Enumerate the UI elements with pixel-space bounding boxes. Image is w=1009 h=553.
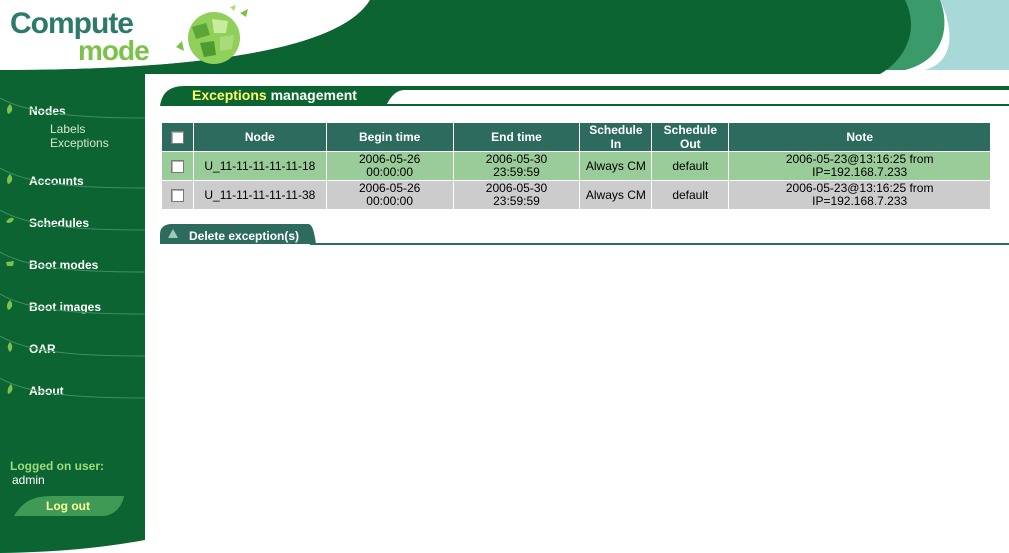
note-line1: 2006-05-23@13:16:25 from bbox=[785, 181, 934, 195]
table-row[interactable]: U_11-11-11-11-11-18 2006-05-26 00:00:00 2… bbox=[161, 151, 991, 181]
begin-date: 2006-05-26 bbox=[358, 152, 421, 166]
column-header[interactable]: End time bbox=[452, 122, 581, 152]
table-header-row: Node Begin time End time Schedule In Sch… bbox=[161, 122, 991, 152]
column-header[interactable]: Schedule Out bbox=[651, 122, 730, 152]
schedule-out-cell: default bbox=[651, 151, 730, 181]
node-cell: U_11-11-11-11-11-18 bbox=[192, 151, 327, 181]
column-header[interactable]: Note bbox=[728, 122, 991, 152]
logo: Compute mode bbox=[10, 7, 150, 66]
table-row[interactable]: U_11-11-11-11-11-38 2006-05-26 00:00:00 2… bbox=[161, 180, 991, 210]
begin-date: 2006-05-26 bbox=[358, 181, 421, 195]
begin-clock: 00:00:00 bbox=[366, 194, 414, 208]
row-select-cell[interactable] bbox=[161, 151, 194, 181]
row-checkbox[interactable] bbox=[170, 188, 184, 202]
schedule-in-cell: Always CM bbox=[579, 180, 653, 210]
sidebar-separators bbox=[0, 97, 145, 399]
schedule-out-cell: default bbox=[651, 180, 730, 210]
end-time-cell: 2006-05-30 23:59:59 bbox=[452, 180, 581, 210]
note-line2: IP=192.168.7.233 bbox=[812, 165, 908, 179]
note-line2: IP=192.168.7.233 bbox=[812, 194, 908, 208]
begin-time-cell: 2006-05-26 00:00:00 bbox=[325, 180, 454, 210]
logged-on-user: admin bbox=[12, 473, 45, 487]
row-select-cell[interactable] bbox=[161, 180, 194, 210]
header-background bbox=[0, 0, 1009, 74]
note-cell: 2006-05-23@13:16:25 from IP=192.168.7.233 bbox=[728, 151, 991, 181]
end-date: 2006-05-30 bbox=[485, 152, 548, 166]
exceptions-table: Node Begin time End time Schedule In Sch… bbox=[161, 122, 991, 210]
triangle-up-icon bbox=[168, 229, 178, 238]
end-date: 2006-05-30 bbox=[485, 181, 548, 195]
end-clock: 23:59:59 bbox=[493, 194, 540, 208]
note-cell: 2006-05-23@13:16:25 from IP=192.168.7.233 bbox=[728, 180, 991, 210]
end-time-cell: 2006-05-30 23:59:59 bbox=[452, 151, 581, 181]
logged-on-label: Logged on user: bbox=[10, 459, 104, 473]
begin-clock: 00:00:00 bbox=[366, 165, 414, 179]
column-header[interactable]: Node bbox=[192, 122, 327, 152]
sidebar: Nodes Labels Exceptions Accounts Schedul… bbox=[0, 70, 145, 553]
select-all-checkbox[interactable] bbox=[170, 131, 184, 145]
end-clock: 23:59:59 bbox=[493, 165, 540, 179]
page-title-rest: management bbox=[266, 87, 357, 103]
page-title: Exceptions management bbox=[192, 87, 357, 103]
delete-exceptions-button[interactable]: Delete exception(s) bbox=[160, 224, 1009, 246]
row-checkbox[interactable] bbox=[170, 159, 184, 173]
page-title-bar: Exceptions management bbox=[160, 84, 1009, 108]
column-header[interactable]: Schedule In bbox=[579, 122, 653, 152]
column-header[interactable]: Begin time bbox=[325, 122, 454, 152]
logo-line1: Compute bbox=[10, 7, 134, 40]
delete-exceptions-label: Delete exception(s) bbox=[189, 229, 300, 243]
schedule-in-cell: Always CM bbox=[579, 151, 653, 181]
node-cell: U_11-11-11-11-11-38 bbox=[192, 180, 327, 210]
header: Compute mode bbox=[0, 0, 1009, 74]
begin-time-cell: 2006-05-26 00:00:00 bbox=[325, 151, 454, 181]
logout-button[interactable]: Log out bbox=[14, 495, 126, 517]
note-line1: 2006-05-23@13:16:25 from bbox=[785, 152, 934, 166]
select-all-header[interactable] bbox=[161, 122, 194, 152]
logo-line2: mode bbox=[78, 35, 150, 66]
globe-icon bbox=[176, 5, 248, 64]
page-title-accent: Exceptions bbox=[192, 87, 267, 103]
logout-label: Log out bbox=[46, 499, 90, 513]
